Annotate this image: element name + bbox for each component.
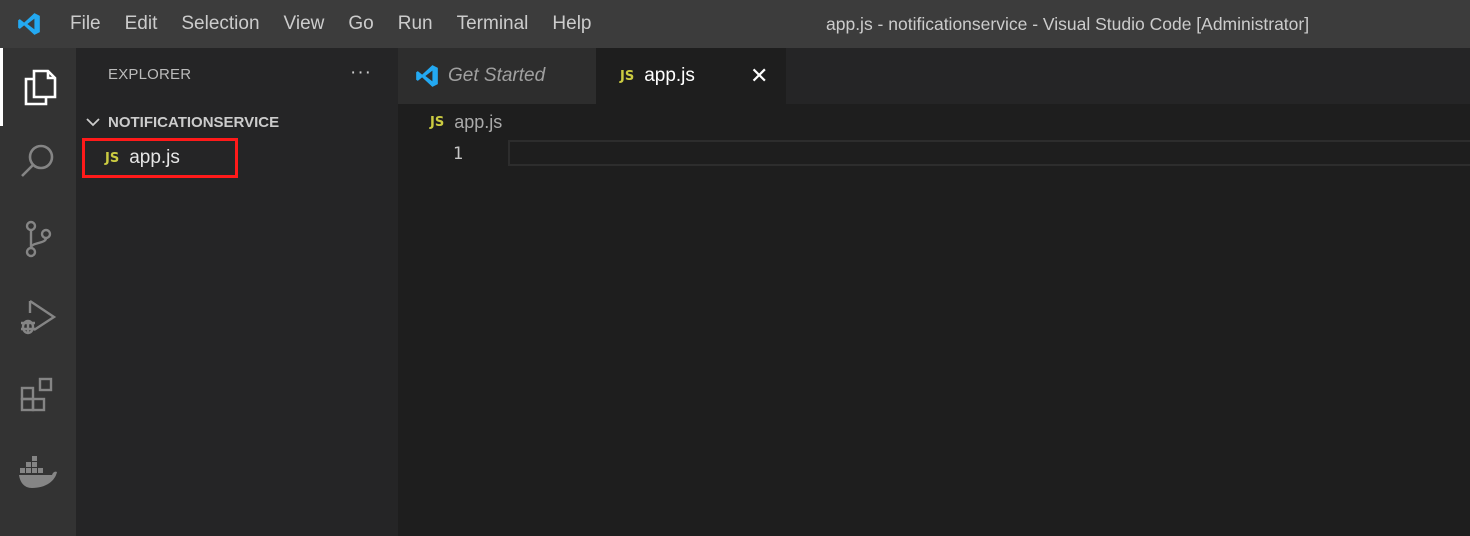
search-icon[interactable] — [0, 122, 76, 200]
line-number: 1 — [452, 144, 464, 164]
menu-view[interactable]: View — [272, 0, 337, 48]
file-item-app-js[interactable]: JS app.js — [82, 138, 238, 178]
breadcrumb-label: app.js — [454, 112, 503, 132]
vscode-logo-icon[interactable] — [0, 0, 58, 48]
run-debug-icon[interactable] — [0, 278, 76, 356]
source-control-icon[interactable] — [0, 200, 76, 278]
menu-selection[interactable]: Selection — [169, 0, 271, 48]
chevron-down-icon — [86, 118, 100, 127]
folder-label: NOTIFICATIONSERVICE — [108, 113, 280, 131]
menu-run[interactable]: Run — [386, 0, 445, 48]
title-bar: File Edit Selection View Go Run Terminal… — [0, 0, 1470, 48]
window-title: app.js - notificationservice - Visual St… — [826, 14, 1310, 34]
menu-file[interactable]: File — [58, 0, 113, 48]
explorer-icon[interactable] — [0, 48, 76, 126]
tab-label: Get Started — [448, 65, 546, 86]
menu-terminal[interactable]: Terminal — [445, 0, 541, 48]
js-file-icon: JS — [430, 115, 445, 130]
js-file-icon: JS — [620, 68, 635, 84]
vscode-logo-icon — [416, 65, 438, 87]
menu-edit[interactable]: Edit — [113, 0, 170, 48]
activity-bar — [0, 48, 76, 536]
menu-help[interactable]: Help — [540, 0, 603, 48]
sidebar-title: EXPLORER — [108, 66, 192, 83]
menu-bar: File Edit Selection View Go Run Terminal… — [58, 0, 604, 48]
tab-bar: Get Started JS app.js ✕ — [398, 48, 1470, 104]
breadcrumb[interactable]: JS app.js — [430, 112, 502, 133]
extensions-icon[interactable] — [0, 356, 76, 434]
more-actions-button[interactable]: ··· — [350, 62, 372, 84]
docker-icon[interactable] — [0, 434, 76, 512]
tab-app-js[interactable]: JS app.js ✕ — [596, 48, 786, 104]
menu-go[interactable]: Go — [336, 0, 385, 48]
code-editor-line[interactable] — [508, 140, 1470, 166]
explorer-sidebar: EXPLORER ··· NOTIFICATIONSERVICE JS app.… — [76, 48, 398, 536]
tab-label: app.js — [644, 65, 695, 86]
folder-notificationservice[interactable]: NOTIFICATIONSERVICE — [84, 110, 279, 134]
js-file-icon: JS — [105, 150, 120, 166]
close-icon[interactable]: ✕ — [750, 62, 768, 90]
file-label: app.js — [129, 147, 180, 168]
editor-area: Get Started JS app.js ✕ JS app.js 1 — [398, 48, 1470, 536]
tab-get-started[interactable]: Get Started — [398, 48, 596, 104]
